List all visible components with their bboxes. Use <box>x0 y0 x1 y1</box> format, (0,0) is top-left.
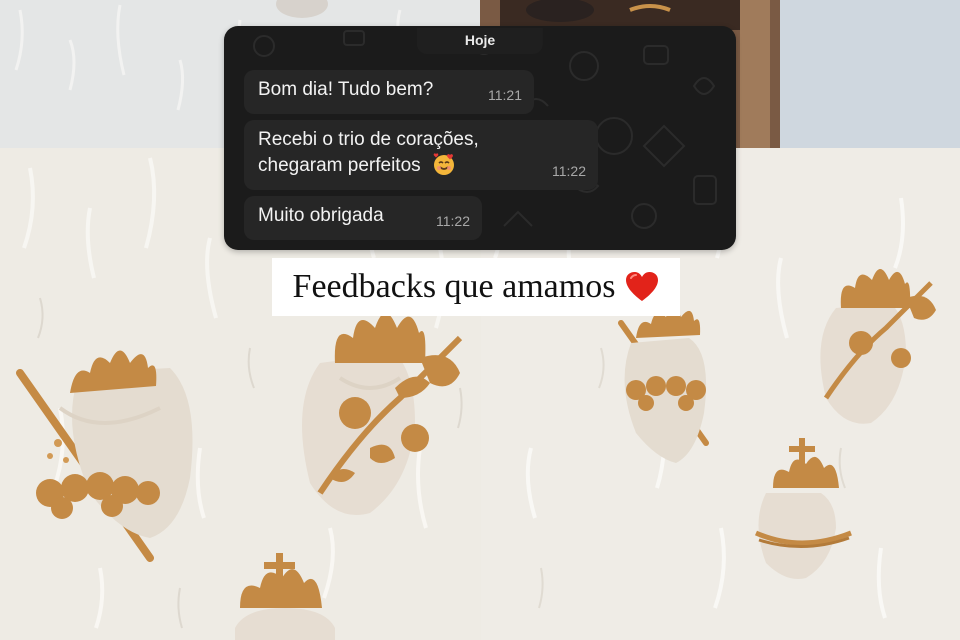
smiling-face-with-hearts-icon <box>433 153 454 175</box>
message-text: Muito obrigada <box>258 205 384 226</box>
caption-banner: Feedbacks que amamos <box>272 258 680 316</box>
photo-collage: Hoje Bom dia! Tudo bem? 11:21 Recebi o t… <box>0 0 960 640</box>
date-separator: Hoje <box>416 28 544 54</box>
message-time: 11:22 <box>552 163 586 179</box>
chat-screenshot: Hoje Bom dia! Tudo bem? 11:21 Recebi o t… <box>224 26 736 250</box>
chat-message[interactable]: Bom dia! Tudo bem? 11:21 <box>244 70 534 114</box>
message-time: 11:22 <box>436 213 470 229</box>
message-text-line: Recebi o trio de corações, <box>258 129 479 150</box>
message-text-line-2-wrap: chegaram perfeitos <box>258 152 584 178</box>
chat-message[interactable]: Muito obrigada 11:22 <box>244 196 482 240</box>
message-text: Bom dia! Tudo bem? <box>258 79 434 100</box>
message-time: 11:21 <box>488 87 522 103</box>
chat-message[interactable]: Recebi o trio de corações, chegaram perf… <box>244 120 598 190</box>
caption-text: Feedbacks que amamos <box>292 268 616 305</box>
red-heart-icon <box>626 272 659 301</box>
message-text-line: chegaram perfeitos <box>258 155 421 176</box>
